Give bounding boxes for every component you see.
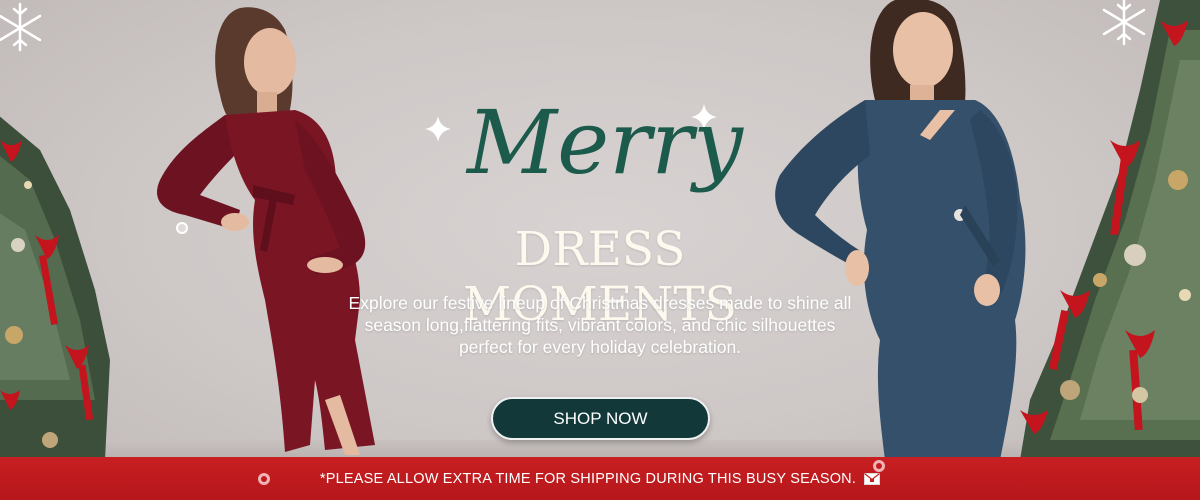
shipping-notice-bar: *PLEASE ALLOW EXTRA TIME FOR SHIPPING DU…: [0, 457, 1200, 500]
shipping-notice-text: *PLEASE ALLOW EXTRA TIME FOR SHIPPING DU…: [319, 470, 857, 487]
holiday-banner: Merry DRESS MOMENTS Explore our festive …: [0, 0, 1200, 500]
banner-description: Explore our festive lineup of Christmas …: [348, 293, 852, 357]
script-title: Merry: [465, 91, 744, 194]
shop-now-label: SHOP NOW: [553, 408, 648, 428]
shop-now-button[interactable]: SHOP NOW: [491, 397, 710, 440]
decorative-ring: [258, 473, 270, 485]
model-burgundy-dress: [156, 7, 375, 455]
envelope-icon: [864, 472, 881, 485]
decorative-ring: [873, 460, 885, 472]
svg-text:Merry: Merry: [465, 91, 744, 194]
snowflake-icon: [1102, 0, 1146, 46]
christmas-tree-left: [0, 116, 110, 460]
snowflake-icon: [0, 2, 42, 52]
